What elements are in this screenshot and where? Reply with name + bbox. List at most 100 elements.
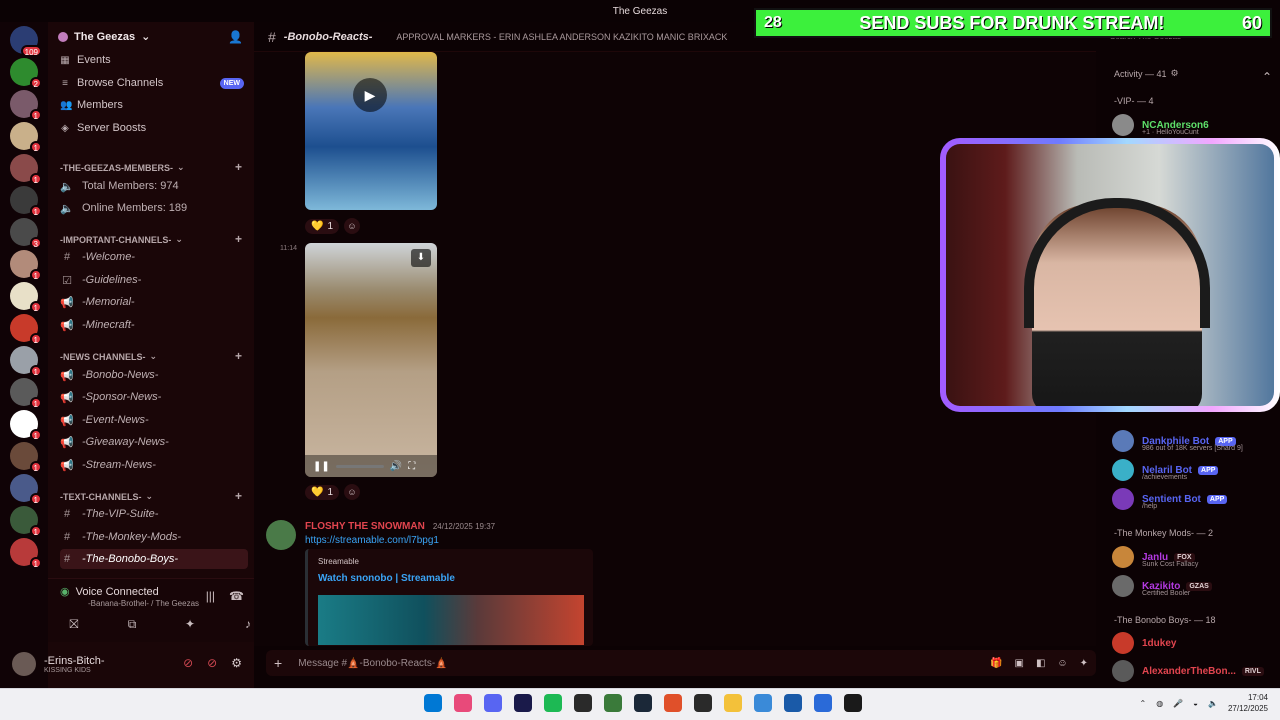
- add-channel-icon[interactable]: +: [235, 489, 242, 503]
- microphone-icon[interactable]: 🎤: [1173, 699, 1183, 708]
- video-attachment[interactable]: ▶: [305, 52, 437, 210]
- discord-icon[interactable]: [484, 694, 502, 712]
- member-item[interactable]: Dankphile Bot APP 986 out of 18K servers…: [1112, 428, 1278, 454]
- message-input[interactable]: + Message #🛕-Bonobo-Reacts-🛕 🎁 ▣ ◧ ☺ ✦: [266, 650, 1096, 676]
- member-item[interactable]: Kazikito GZAS Certified Booler: [1112, 573, 1278, 599]
- server-icon[interactable]: 1: [10, 346, 42, 377]
- screen-share-icon[interactable]: ⧉: [118, 617, 146, 635]
- server-icon[interactable]: 1: [10, 378, 42, 409]
- channel-total-members[interactable]: 🔈 Total Members: 974: [60, 176, 248, 196]
- channel-bonobo-news[interactable]: 📢 -Bonobo-News-: [60, 365, 248, 385]
- server-icon-home[interactable]: 109: [10, 26, 42, 57]
- server-icon[interactable]: 1: [10, 250, 42, 281]
- sticker-icon[interactable]: ◧: [1036, 658, 1045, 669]
- username[interactable]: -Erins-Bitch-: [44, 655, 105, 667]
- noise-suppression-icon[interactable]: |||: [206, 589, 215, 603]
- channel-memorial[interactable]: 📢 -Memorial-: [60, 292, 248, 312]
- server-icon[interactable]: 1: [10, 474, 42, 505]
- server-icon[interactable]: 1: [10, 538, 42, 569]
- channel-bonobo-boys[interactable]: # -The-Bonobo-Boys-: [60, 549, 248, 569]
- add-channel-icon[interactable]: +: [235, 160, 242, 174]
- embed-thumbnail[interactable]: [318, 595, 584, 645]
- voice-channel[interactable]: -Banana-Brothel- / The Geezas: [88, 599, 199, 608]
- nav-members[interactable]: 👥 Members: [60, 99, 123, 111]
- category-news[interactable]: -NEWS CHANNELS- ⌄ +: [60, 349, 242, 363]
- attach-icon[interactable]: +: [274, 655, 282, 671]
- add-channel-icon[interactable]: +: [235, 349, 242, 363]
- nav-browse-channels[interactable]: ≡ Browse Channels: [60, 77, 163, 89]
- progress-bar[interactable]: [335, 464, 384, 468]
- invite-icon[interactable]: 👤: [228, 30, 243, 44]
- volume-icon[interactable]: 🔊: [390, 461, 402, 472]
- message-link[interactable]: https://streamable.com/l7bpg1: [305, 535, 439, 546]
- server-header[interactable]: The Geezas ⌄: [58, 30, 150, 43]
- emoji-icon[interactable]: ☺: [1057, 658, 1067, 669]
- activity-header[interactable]: Activity — 41 ⚙: [1114, 68, 1179, 79]
- channel-welcome[interactable]: # -Welcome-: [60, 247, 248, 267]
- pause-icon[interactable]: ❚❚: [313, 461, 330, 472]
- add-reaction-icon[interactable]: ☺: [344, 484, 361, 500]
- member-item[interactable]: Sentient Bot APP /help: [1112, 486, 1278, 512]
- gear-icon[interactable]: ⚙: [1171, 68, 1179, 79]
- member-item[interactable]: Janlu FOX Sunk Cost Fallacy: [1112, 544, 1278, 570]
- reaction-button[interactable]: 💛 1: [305, 218, 340, 234]
- notepad-icon[interactable]: [754, 694, 772, 712]
- folder-icon[interactable]: [724, 694, 742, 712]
- reaction-button[interactable]: 💛 1: [305, 484, 340, 500]
- channel-guidelines[interactable]: ☑ -Guidelines-: [60, 270, 248, 290]
- server-icon[interactable]: 1: [10, 410, 42, 441]
- voice-status[interactable]: ◉ Voice Connected: [60, 585, 159, 599]
- premiere-icon[interactable]: [514, 694, 532, 712]
- steam-icon[interactable]: [634, 694, 652, 712]
- video-attachment[interactable]: ⬇ ❚❚ 🔊 ⛶: [305, 243, 437, 477]
- server-icon[interactable]: 1: [10, 90, 42, 121]
- opera-icon[interactable]: [454, 694, 472, 712]
- avatar[interactable]: [12, 652, 36, 676]
- video-off-icon[interactable]: ⛝: [60, 617, 88, 635]
- server-icon[interactable]: 1: [10, 154, 42, 185]
- network-icon[interactable]: ◍: [1156, 699, 1163, 708]
- add-reaction-icon[interactable]: ☺: [344, 218, 361, 234]
- server-icon[interactable]: 3: [10, 218, 42, 249]
- spotify-icon[interactable]: [544, 694, 562, 712]
- server-icon[interactable]: 1: [10, 506, 42, 537]
- member-item[interactable]: 1dukey: [1112, 630, 1278, 656]
- channel-sponsor-news[interactable]: 📢 -Sponsor-News-: [60, 387, 248, 407]
- channel-stream-news[interactable]: 📢 -Stream-News-: [60, 455, 248, 475]
- member-item[interactable]: Nelaril Bot APP /achievements: [1112, 457, 1278, 483]
- mute-icon[interactable]: ⊘: [183, 656, 193, 670]
- server-icon[interactable]: 1: [10, 122, 42, 153]
- nav-events[interactable]: ▦ Events: [60, 54, 110, 66]
- nav-server-boosts[interactable]: ◈ Server Boosts: [60, 122, 146, 134]
- deafen-icon[interactable]: ⊘: [207, 656, 217, 670]
- apps-icon[interactable]: ✦: [1080, 658, 1088, 669]
- server-icon[interactable]: 1: [10, 314, 42, 345]
- gif-icon[interactable]: ▣: [1014, 658, 1023, 669]
- channel-monkey-mods[interactable]: # -The-Monkey-Mods-: [60, 527, 248, 547]
- disconnect-icon[interactable]: ☎: [229, 589, 244, 603]
- channel-minecraft[interactable]: 📢 -Minecraft-: [60, 315, 248, 335]
- chevron-up-icon[interactable]: ⌃: [1262, 70, 1272, 84]
- category-members[interactable]: -THE-GEEZAS-MEMBERS- ⌄ +: [60, 160, 242, 174]
- gear-icon[interactable]: ⚙: [231, 656, 242, 670]
- channel-topic[interactable]: APPROVAL MARKERS - ERIN ASHLEA ANDERSON …: [396, 32, 727, 42]
- download-icon[interactable]: ⬇: [411, 249, 431, 267]
- activities-icon[interactable]: ✦: [176, 617, 204, 635]
- nvidia-icon[interactable]: [574, 694, 592, 712]
- member-item[interactable]: AlexanderTheBon... RIVL: [1112, 658, 1278, 684]
- epic-games-icon[interactable]: [694, 694, 712, 712]
- app-icon[interactable]: [784, 694, 802, 712]
- embed-title[interactable]: Watch snonobo | Streamable: [318, 573, 455, 584]
- add-channel-icon[interactable]: +: [235, 232, 242, 246]
- avatar[interactable]: [266, 520, 296, 550]
- capcut-icon[interactable]: [844, 694, 862, 712]
- play-icon[interactable]: ▶: [353, 78, 387, 112]
- channel-online-members[interactable]: 🔈 Online Members: 189: [60, 198, 248, 218]
- gift-icon[interactable]: 🎁: [990, 658, 1002, 669]
- channel-event-news[interactable]: 📢 -Event-News-: [60, 410, 248, 430]
- category-text[interactable]: -TEXT-CHANNELS- ⌄ +: [60, 489, 242, 503]
- chevron-up-icon[interactable]: ⌃: [1139, 699, 1146, 708]
- server-icon[interactable]: 1: [10, 442, 42, 473]
- app-icon[interactable]: [604, 694, 622, 712]
- clock[interactable]: 17:04 27/12/2025: [1228, 692, 1268, 714]
